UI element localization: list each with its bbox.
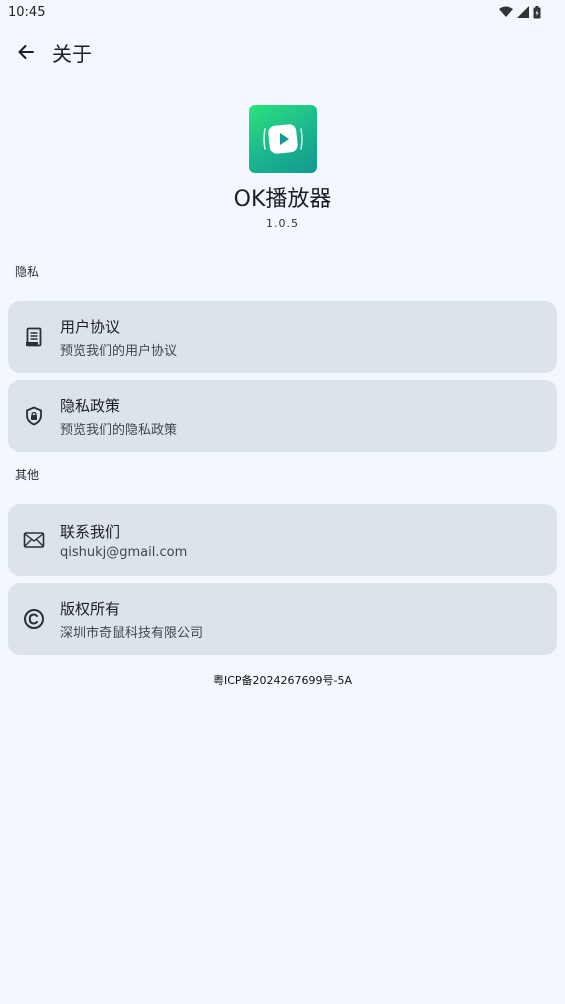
item-subtitle: 预览我们的用户协议: [60, 343, 178, 359]
app-name: OK播放器: [233, 187, 332, 212]
item-title: 用户协议: [60, 317, 121, 336]
mail-icon: [23, 532, 45, 548]
app-header: OK播放器 1.0.5: [0, 105, 565, 230]
page-title: 关于: [52, 41, 92, 66]
document-icon: [26, 327, 42, 347]
app-version: 1.0.5: [266, 217, 299, 230]
item-subtitle: 预览我们的隐私政策: [60, 422, 178, 438]
contact-us-item[interactable]: 联系我们 qishukj@gmail.com: [8, 504, 557, 576]
card-icon-wrap: [8, 531, 60, 549]
icp-license: 粤ICP备2024267699号-5A: [212, 674, 353, 687]
status-time: 10:45: [8, 4, 46, 20]
wifi-icon: [499, 6, 513, 17]
item-title: 版权所有: [60, 599, 121, 618]
card-icon-wrap: [8, 406, 60, 426]
card-text: 隐私政策 预览我们的隐私政策: [60, 395, 177, 438]
copyright-item[interactable]: 版权所有 深圳市奇鼠科技有限公司: [8, 583, 557, 655]
signal-icon: [517, 6, 529, 18]
status-bar: 10:45: [0, 0, 565, 24]
card-text: 版权所有 深圳市奇鼠科技有限公司: [60, 598, 203, 641]
card-text: 联系我们 qishukj@gmail.com: [60, 521, 187, 560]
status-icons: [499, 5, 541, 19]
item-title: 联系我们: [60, 522, 121, 541]
section-label-other: 其他: [15, 468, 40, 482]
item-subtitle: 深圳市奇鼠科技有限公司: [60, 625, 204, 641]
item-title: 隐私政策: [60, 396, 121, 415]
shield-lock-icon: [26, 406, 42, 426]
arrow-back-icon: [18, 45, 34, 59]
app-logo: [248, 105, 317, 173]
privacy-policy-item[interactable]: 隐私政策 预览我们的隐私政策: [8, 380, 557, 452]
card-text: 用户协议 预览我们的用户协议: [60, 316, 177, 359]
card-icon-wrap: [8, 608, 60, 630]
section-label-privacy: 隐私: [15, 265, 40, 279]
back-button[interactable]: [6, 32, 46, 72]
app-bar: 关于: [0, 28, 565, 76]
copyright-icon: [24, 609, 44, 629]
user-agreement-item[interactable]: 用户协议 预览我们的用户协议: [8, 301, 557, 373]
battery-icon: [533, 5, 541, 18]
item-subtitle: qishukj@gmail.com: [60, 544, 188, 560]
card-icon-wrap: [8, 327, 60, 347]
play-video-icon: [262, 124, 303, 154]
